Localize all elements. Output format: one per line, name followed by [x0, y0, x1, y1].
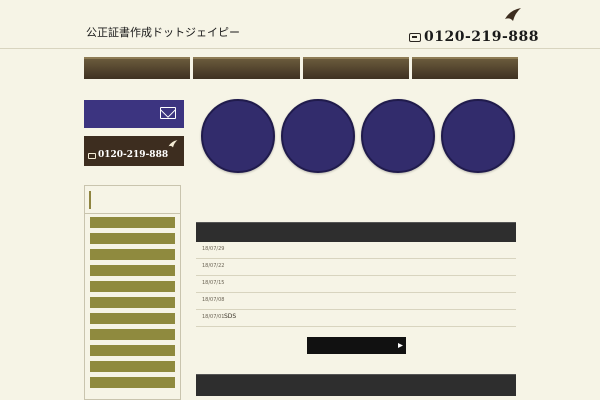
sidebar-consult-form-banner[interactable] — [84, 100, 184, 128]
mail-icon — [160, 107, 176, 119]
news-more-button[interactable] — [307, 337, 406, 354]
sidebar-item[interactable] — [90, 345, 175, 356]
header-contact: 0120-219-888 — [406, 7, 539, 47]
bird-logo-icon — [168, 140, 178, 148]
sidebar-item[interactable] — [90, 361, 175, 372]
service-circle-3[interactable] — [361, 99, 435, 173]
bird-logo-icon — [505, 8, 521, 21]
nav-item-2[interactable] — [193, 57, 300, 79]
phone-icon — [409, 32, 421, 42]
site-title[interactable]: 公正証書作成ドットジェイピー — [86, 24, 240, 40]
header-phone-number: 0120-219-888 — [424, 29, 540, 45]
news-item[interactable]: 18/07/08 — [196, 293, 516, 310]
news-heading-bar — [196, 222, 516, 242]
sidebar-item[interactable] — [90, 265, 175, 276]
sidebar-item[interactable] — [90, 329, 175, 340]
sidebar-item[interactable] — [90, 249, 175, 260]
service-circle-4[interactable] — [441, 99, 515, 173]
nav-item-3[interactable] — [302, 57, 409, 79]
sidebar-item[interactable] — [90, 217, 175, 228]
sidebar-menu — [84, 185, 181, 400]
news-date: 18/07/01 — [202, 314, 225, 320]
sidebar-item[interactable] — [90, 281, 175, 292]
news-date: 18/07/15 — [202, 280, 225, 286]
news-title: SDS — [224, 313, 237, 320]
news-date: 18/07/08 — [202, 297, 225, 303]
sidebar-phone-number: 0120-219-888 — [98, 150, 169, 160]
sidebar-menu-heading — [85, 186, 180, 214]
news-item[interactable]: 18/07/22 — [196, 259, 516, 276]
sidebar-item[interactable] — [90, 297, 175, 308]
sidebar-item[interactable] — [90, 233, 175, 244]
news-list: 18/07/29 18/07/22 18/07/15 18/07/08 18/0… — [196, 242, 516, 330]
header-divider — [0, 48, 600, 49]
service-circle-1[interactable] — [201, 99, 275, 173]
news-item[interactable]: 18/07/01 SDS — [196, 310, 516, 327]
section-heading-bar — [196, 374, 516, 396]
news-date: 18/07/22 — [202, 263, 225, 269]
arrow-right-icon — [398, 343, 403, 348]
phone-icon — [88, 153, 96, 159]
nav-item-1[interactable] — [84, 57, 191, 79]
nav-item-4[interactable] — [411, 57, 518, 79]
sidebar-item[interactable] — [90, 377, 175, 388]
header-phone[interactable]: 0120-219-888 — [409, 29, 539, 45]
news-item[interactable]: 18/07/29 — [196, 242, 516, 259]
service-circles — [199, 99, 519, 174]
main-nav — [84, 57, 518, 79]
news-date: 18/07/29 — [202, 246, 225, 252]
sidebar-phone-banner[interactable]: 0120-219-888 — [84, 136, 184, 166]
service-circle-2[interactable] — [281, 99, 355, 173]
sidebar-item[interactable] — [90, 313, 175, 324]
news-item[interactable]: 18/07/15 — [196, 276, 516, 293]
